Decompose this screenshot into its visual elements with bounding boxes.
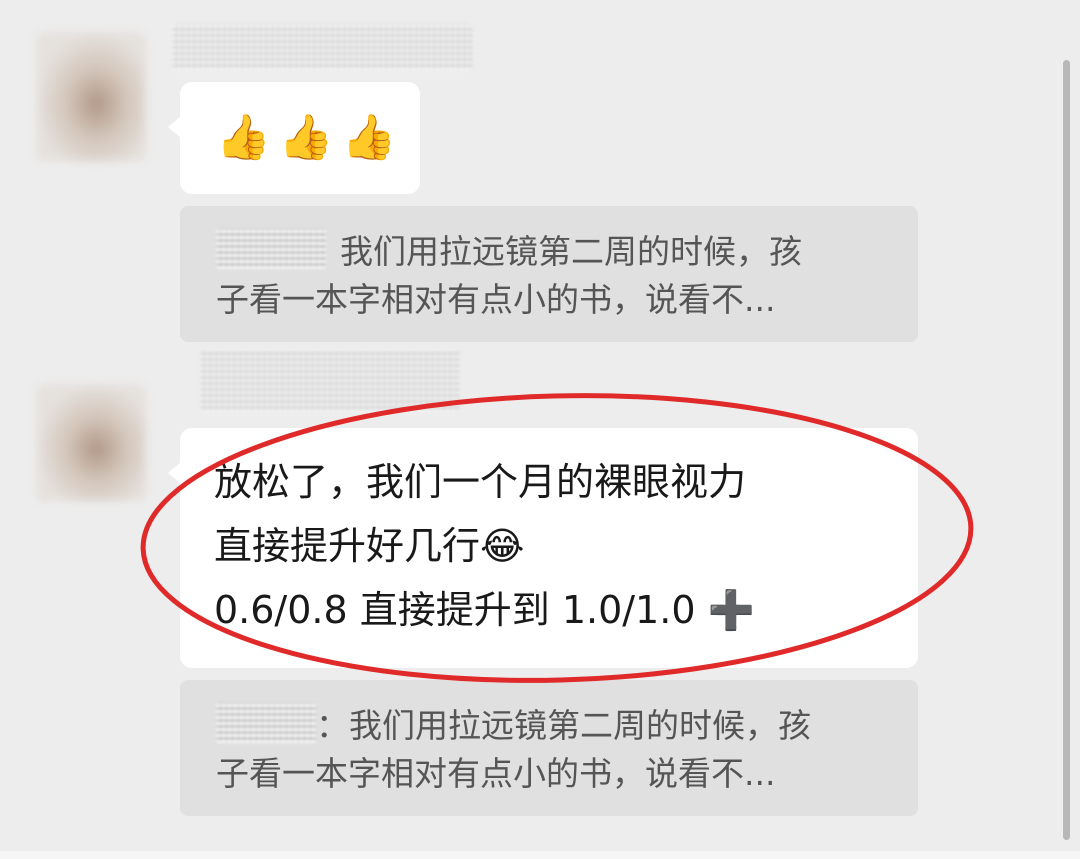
message-line: 直接提升好几行😂 (214, 524, 525, 568)
quoted-reply[interactable]: ：我们用拉远镜第二周的时候，孩 子看一本字相对有点小的书，说看不... (180, 680, 918, 816)
quote-text: 我们用拉远镜第二周的时候，孩 (340, 232, 802, 271)
thumbs-up-icon: 👍 (341, 112, 397, 163)
quote-line: 子看一本字相对有点小的书，说看不... (216, 754, 776, 793)
quote-line: 我们用拉远镜第二周的时候，孩 (216, 228, 888, 276)
thumbs-up-icon: 👍 (278, 112, 334, 163)
quote-sender-name (216, 229, 326, 269)
avatar[interactable] (36, 32, 146, 162)
message-bubble-text[interactable]: 放松了，我们一个月的裸眼视力 直接提升好几行😂 0.6/0.8 直接提升到 1.… (168, 428, 918, 668)
emoji-row: 👍 👍 👍 (216, 106, 420, 170)
sender-name (200, 350, 460, 412)
message-line: 放松了，我们一个月的裸眼视力 (214, 460, 747, 504)
chat-view: 👍 👍 👍 我们用拉远镜第二周的时候，孩 子看一本字相对有点小的书，说看不...… (0, 0, 1080, 859)
quote-sender-name (216, 703, 316, 743)
message-line: 0.6/0.8 直接提升到 1.0/1.0 ➕ (214, 588, 755, 632)
quote-line: ：我们用拉远镜第二周的时候，孩 (216, 702, 888, 750)
bottom-edge (0, 851, 1080, 859)
quote-line: 子看一本字相对有点小的书，说看不... (216, 280, 776, 319)
thumbs-up-icon: 👍 (216, 112, 271, 163)
sender-name (172, 24, 472, 70)
scrollbar[interactable] (1063, 60, 1070, 840)
avatar[interactable] (36, 384, 146, 502)
message-bubble-emoji[interactable]: 👍 👍 👍 (168, 82, 420, 194)
quote-text: ：我们用拉远镜第二周的时候，孩 (316, 706, 811, 745)
quoted-reply[interactable]: 我们用拉远镜第二周的时候，孩 子看一本字相对有点小的书，说看不... (180, 206, 918, 342)
